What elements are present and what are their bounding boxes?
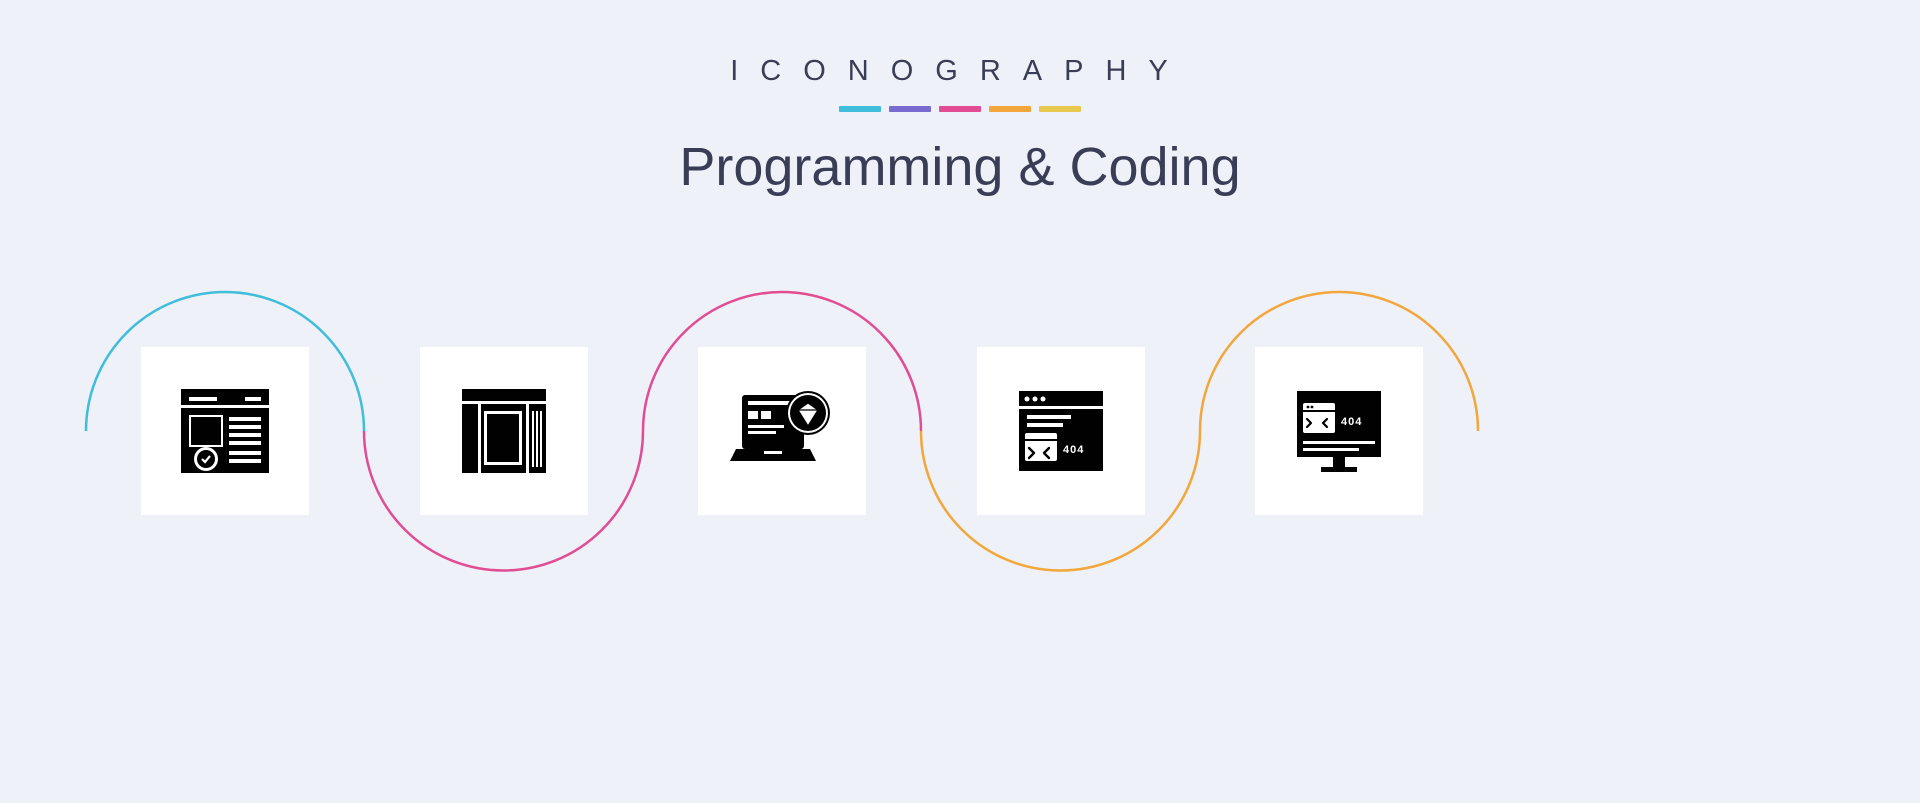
page-title: Programming & Coding — [0, 136, 1920, 198]
header: ICONOGRAPHY Programming & Coding — [0, 0, 1920, 198]
stripe-pink — [939, 106, 981, 112]
stripe-purple — [889, 106, 931, 112]
stripe-yellow — [1039, 106, 1081, 112]
icon-tile — [141, 347, 309, 515]
error-code-label: 404 — [1063, 444, 1084, 456]
error-code-label: 404 — [1341, 416, 1362, 428]
accent-stripes — [0, 106, 1920, 112]
brand-label: ICONOGRAPHY — [0, 55, 1920, 88]
stripe-orange — [989, 106, 1031, 112]
layout-wireframe-icon — [454, 381, 554, 481]
icon-tile — [420, 347, 588, 515]
web-page-approved-icon — [175, 381, 275, 481]
icon-tile: 404 — [1255, 347, 1423, 515]
icon-tile: 404 — [977, 347, 1145, 515]
stripe-cyan — [839, 106, 881, 112]
browser-404-error-icon: 404 — [1011, 381, 1111, 481]
laptop-premium-diamond-icon — [728, 381, 836, 481]
icon-tile — [698, 347, 866, 515]
monitor-404-error-icon: 404 — [1289, 381, 1389, 481]
